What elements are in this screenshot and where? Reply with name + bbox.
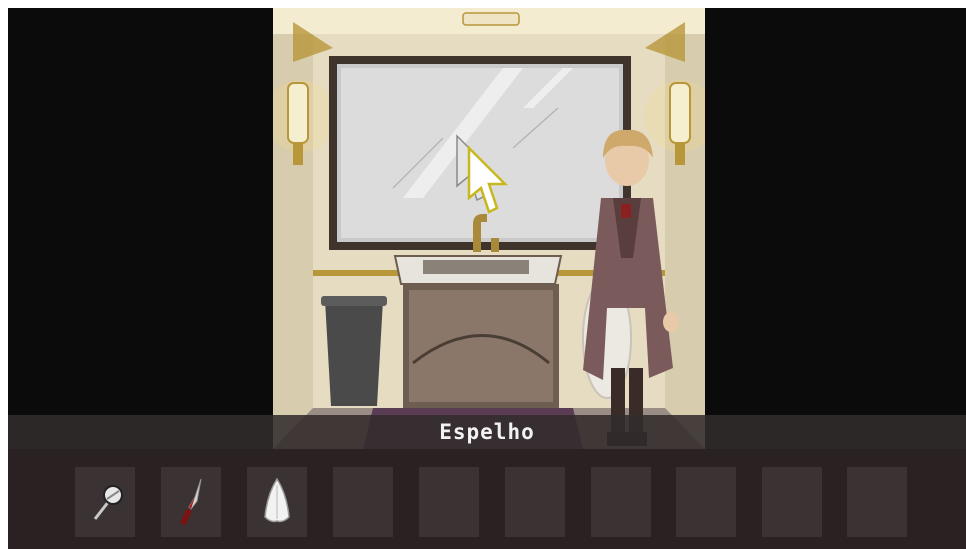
inventory-slot-3[interactable] (247, 467, 307, 537)
inventory-slot-2[interactable] (161, 467, 221, 537)
inventory-slot-9[interactable] (762, 467, 822, 537)
inventory-slot-1[interactable] (75, 467, 135, 537)
inventory-slot-4[interactable] (333, 467, 393, 537)
inventory-slot-7[interactable] (591, 467, 651, 537)
magnifying-glass-icon (93, 485, 123, 520)
inventory-slot-10[interactable] (847, 467, 907, 537)
inventory-slot-6[interactable] (505, 467, 565, 537)
hotspot-label: Espelho (439, 420, 535, 444)
inventory-slot-5[interactable] (419, 467, 479, 537)
game-viewport: Espelho (8, 8, 966, 549)
bathroom-scene[interactable] (273, 8, 705, 449)
sink-cabinet[interactable] (393, 255, 563, 408)
inventory-bar (8, 449, 966, 549)
bloody-knife-icon (179, 478, 202, 526)
bathroom-illustration (273, 8, 705, 449)
trash-bin[interactable] (321, 296, 387, 406)
inventory-slot-8[interactable] (676, 467, 736, 537)
white-cloth-icon (264, 477, 290, 523)
